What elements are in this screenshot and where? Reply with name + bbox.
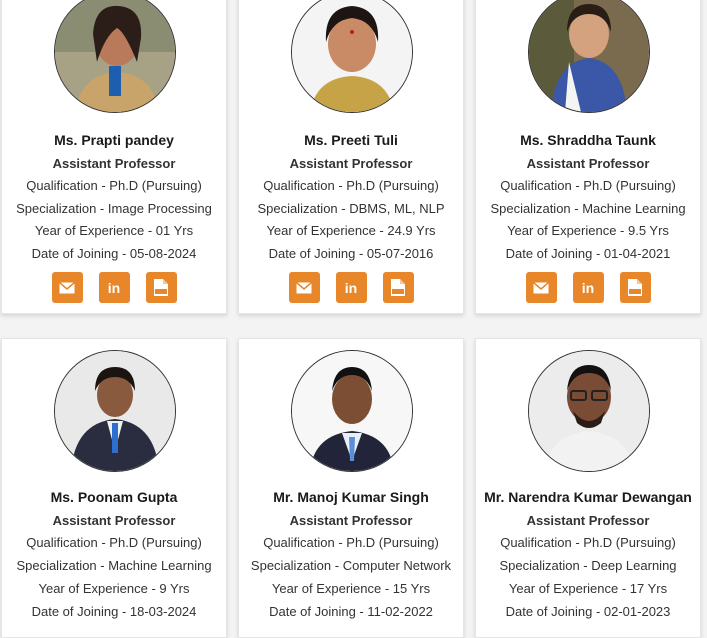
faculty-card: Mr. Manoj Kumar Singh Assistant Professo…	[238, 338, 464, 638]
faculty-name: Ms. Shraddha Taunk	[520, 132, 656, 148]
faculty-photo	[528, 0, 650, 113]
faculty-joining-date: Date of Joining - 18-03-2024	[31, 604, 197, 619]
email-icon[interactable]	[288, 272, 320, 303]
faculty-name: Mr. Narendra Kumar Dewangan	[484, 489, 692, 505]
faculty-photo	[291, 0, 413, 113]
faculty-photo	[54, 350, 176, 472]
faculty-qualification: Qualification - Ph.D (Pursuing)	[263, 535, 439, 550]
faculty-designation: Assistant Professor	[289, 156, 413, 171]
linkedin-icon[interactable]: in	[98, 272, 130, 303]
faculty-name: Mr. Manoj Kumar Singh	[273, 489, 429, 505]
faculty-experience: Year of Experience - 01 Yrs	[34, 223, 194, 238]
pdf-icon[interactable]	[145, 272, 177, 303]
faculty-joining-date: Date of Joining - 05-07-2016	[268, 246, 434, 261]
faculty-name: Ms. Poonam Gupta	[50, 489, 178, 505]
faculty-card: Ms. Shraddha Taunk Assistant Professor Q…	[475, 0, 701, 314]
faculty-experience: Year of Experience - 17 Yrs	[508, 581, 668, 596]
email-icon[interactable]	[525, 272, 557, 303]
faculty-specialization: Specialization - Machine Learning	[490, 201, 686, 216]
faculty-card: Mr. Narendra Kumar Dewangan Assistant Pr…	[475, 338, 701, 638]
faculty-joining-date: Date of Joining - 05-08-2024	[31, 246, 197, 261]
faculty-qualification: Qualification - Ph.D (Pursuing)	[500, 535, 676, 550]
pdf-icon[interactable]	[619, 272, 651, 303]
social-links: in	[2, 272, 226, 303]
faculty-photo	[528, 350, 650, 472]
faculty-experience: Year of Experience - 9.5 Yrs	[507, 223, 669, 238]
faculty-name: Ms. Prapti pandey	[54, 132, 174, 148]
faculty-joining-date: Date of Joining - 02-01-2023	[505, 604, 671, 619]
faculty-designation: Assistant Professor	[526, 513, 650, 528]
faculty-designation: Assistant Professor	[526, 156, 650, 171]
faculty-photo	[54, 0, 176, 113]
faculty-specialization: Specialization - Machine Learning	[16, 558, 212, 573]
faculty-specialization: Specialization - DBMS, ML, NLP	[257, 201, 445, 216]
faculty-experience: Year of Experience - 24.9 Yrs	[266, 223, 436, 238]
faculty-designation: Assistant Professor	[289, 513, 413, 528]
email-icon[interactable]	[51, 272, 83, 303]
faculty-specialization: Specialization - Image Processing	[16, 201, 212, 216]
faculty-name: Ms. Preeti Tuli	[304, 132, 398, 148]
faculty-card: Ms. Preeti Tuli Assistant Professor Qual…	[238, 0, 464, 314]
social-links: in	[239, 272, 463, 303]
faculty-card: Ms. Prapti pandey Assistant Professor Qu…	[1, 0, 227, 314]
linkedin-icon[interactable]: in	[572, 272, 604, 303]
pdf-icon[interactable]	[382, 272, 414, 303]
social-links: in	[476, 272, 700, 303]
faculty-experience: Year of Experience - 15 Yrs	[271, 581, 431, 596]
faculty-designation: Assistant Professor	[52, 513, 176, 528]
faculty-joining-date: Date of Joining - 11-02-2022	[269, 604, 433, 619]
faculty-card: Ms. Poonam Gupta Assistant Professor Qua…	[1, 338, 227, 638]
faculty-designation: Assistant Professor	[52, 156, 176, 171]
faculty-qualification: Qualification - Ph.D (Pursuing)	[26, 535, 202, 550]
faculty-photo	[291, 350, 413, 472]
faculty-qualification: Qualification - Ph.D (Pursuing)	[500, 178, 676, 193]
faculty-specialization: Specialization - Deep Learning	[499, 558, 677, 573]
faculty-qualification: Qualification - Ph.D (Pursuing)	[26, 178, 202, 193]
linkedin-icon[interactable]: in	[335, 272, 367, 303]
faculty-joining-date: Date of Joining - 01-04-2021	[505, 246, 671, 261]
faculty-qualification: Qualification - Ph.D (Pursuing)	[263, 178, 439, 193]
faculty-specialization: Specialization - Computer Network	[250, 558, 452, 573]
faculty-experience: Year of Experience - 9 Yrs	[38, 581, 190, 596]
